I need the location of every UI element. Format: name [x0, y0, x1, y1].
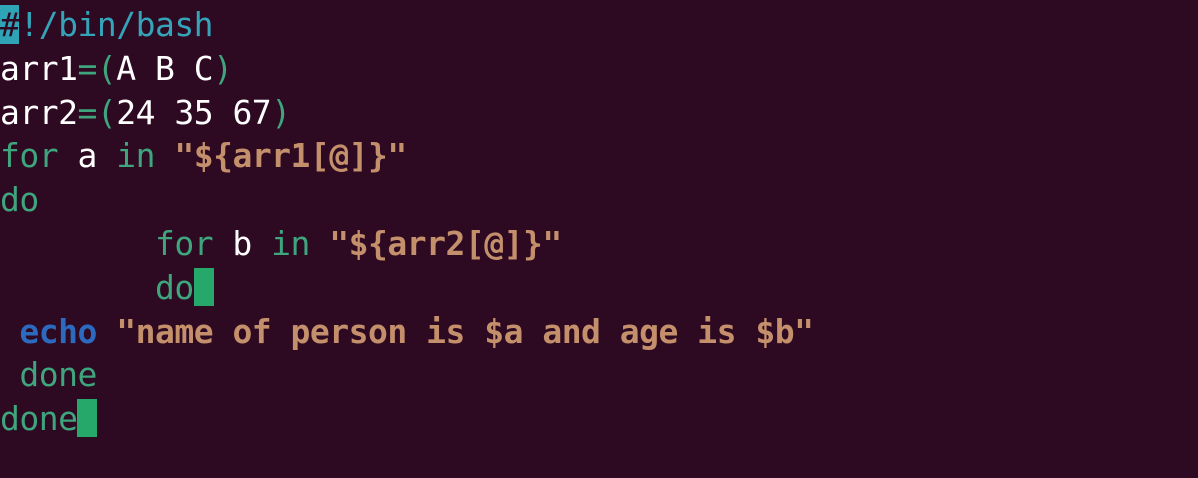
inner-for-line[interactable]: for b in "${arr2[@]}" [0, 222, 1198, 266]
code-token: b [213, 223, 272, 263]
inner-done-line[interactable]: done [0, 353, 1198, 397]
code-token: in [116, 136, 155, 176]
code-token: ) [271, 92, 291, 132]
code-token: "${arr1[@]}" [174, 136, 407, 176]
outer-done-line[interactable]: done [0, 397, 1198, 441]
code-token: arr1 [0, 48, 78, 88]
text-cursor [193, 267, 214, 306]
echo-line[interactable]: echo "name of person is $a and age is $b… [0, 310, 1198, 354]
code-token: =( [77, 92, 117, 132]
outer-do-line[interactable]: do [0, 178, 1198, 222]
code-token: do [0, 180, 39, 220]
code-token: ) [213, 48, 233, 88]
terminal-editor[interactable]: #!/bin/bash arr1=(A B C) arr2=(24 35 67) fo… [0, 0, 1198, 478]
shebang-line[interactable]: #!/bin/bash [0, 3, 1198, 47]
code-token: done [0, 399, 78, 439]
code-token: !/bin/bash [19, 5, 214, 44]
code-token: # [0, 5, 20, 44]
code-token: a [58, 136, 117, 176]
code-token: for [154, 223, 214, 263]
text-cursor [77, 399, 98, 438]
code-token: =( [77, 48, 117, 88]
code-token: do [154, 267, 194, 307]
code-token: echo [19, 311, 97, 351]
code-token: for [0, 136, 59, 176]
arr2-line[interactable]: arr2=(24 35 67) [0, 91, 1198, 135]
outer-for-line[interactable]: for a in "${arr1[@]}" [0, 134, 1198, 178]
arr1-line[interactable]: arr1=(A B C) [0, 47, 1198, 91]
inner-do-line[interactable]: do [0, 266, 1198, 310]
code-token: 24 35 67 [116, 92, 272, 132]
code-token: in [271, 223, 310, 263]
code-token: "name of person is $a and age is $b" [116, 311, 814, 351]
code-token: done [19, 355, 97, 395]
code-token: arr2 [0, 92, 78, 132]
code-token: A B C [116, 48, 214, 88]
code-token: "${arr2[@]}" [329, 223, 562, 263]
